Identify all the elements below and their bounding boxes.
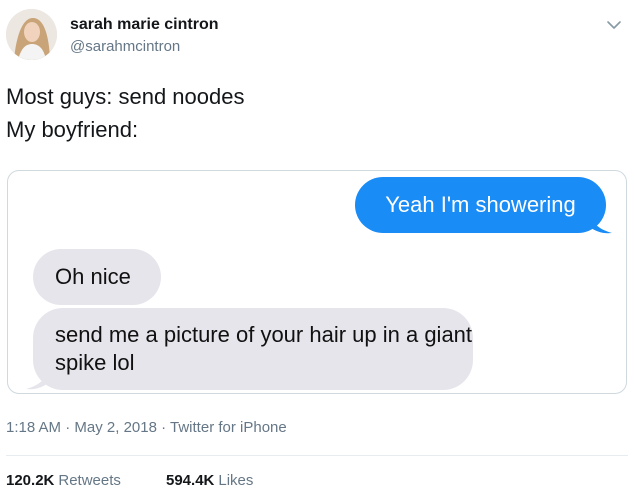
retweets-stat[interactable]: 120.2K Retweets (6, 472, 121, 489)
bubble-tail-icon (590, 213, 612, 234)
tweet-source[interactable]: Twitter for iPhone (170, 419, 287, 436)
meta-separator: · (156, 419, 171, 436)
avatar[interactable] (6, 9, 57, 60)
sent-message-bubble: Yeah I'm showering (355, 177, 606, 233)
tweet-media-image[interactable]: Yeah I'm showering Oh nice send me a pic… (7, 170, 627, 394)
tweet: sarah marie cintron @sarahmcintron Most … (0, 0, 635, 502)
tweet-text-line: Most guys: send noodes (6, 84, 245, 109)
tweet-time[interactable]: 1:18 AM (6, 419, 61, 436)
received-message-bubble: send me a picture of your hair up in a g… (33, 308, 473, 390)
user-handle[interactable]: @sarahmcintron (70, 38, 180, 55)
likes-stat[interactable]: 594.4K Likes (166, 472, 253, 489)
likes-label: Likes (218, 472, 254, 489)
bubble-tail-icon (26, 369, 48, 390)
tweet-meta: 1:18 AM · May 2, 2018 · Twitter for iPho… (6, 419, 287, 436)
retweets-label: Retweets (58, 472, 121, 489)
divider (6, 455, 628, 456)
tweet-date[interactable]: May 2, 2018 (74, 419, 157, 436)
likes-count: 594.4K (166, 472, 215, 489)
received-message-bubble: Oh nice (33, 249, 161, 305)
retweets-count: 120.2K (6, 472, 55, 489)
meta-separator: · (61, 419, 75, 436)
tweet-text-line: My boyfriend: (6, 117, 139, 142)
chevron-down-icon[interactable] (604, 14, 624, 34)
display-name[interactable]: sarah marie cintron (70, 16, 219, 34)
